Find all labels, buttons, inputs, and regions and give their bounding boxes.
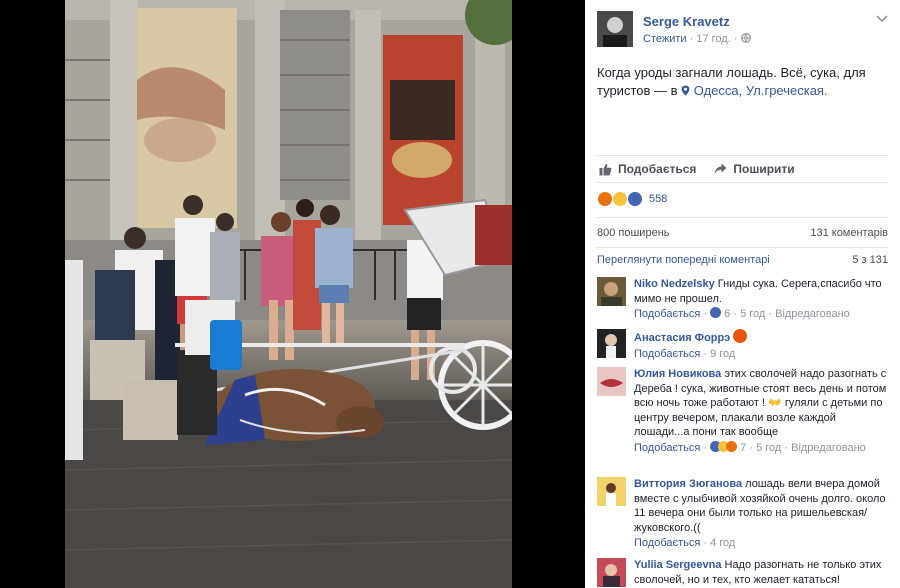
comment-footer: Подобається · 7 · 5 год · Відредаговано <box>634 440 866 454</box>
commenter-name[interactable]: Анастасия Форрэ <box>634 332 730 344</box>
comment-body: Niko Nedzelsky Гниды сука. Серега,спасиб… <box>634 277 888 322</box>
comment-edited[interactable]: Відредаговано <box>791 442 866 454</box>
comment-footer: Подобається · 4 год <box>634 537 736 549</box>
sad-reaction-icon <box>612 191 628 207</box>
comment-reaction-count: 7 <box>740 441 747 454</box>
place-link-city[interactable]: Одесса <box>694 83 739 98</box>
commenter-avatar[interactable] <box>597 277 626 306</box>
meta-separator: · <box>689 33 694 45</box>
commenter-name[interactable]: Niko Nedzelsky <box>634 278 715 290</box>
post-actions: Подобається Поширити <box>597 155 888 183</box>
reaction-count: 558 <box>649 193 668 205</box>
comment-footer: Подобається · 6 · 5 год · Відредаговано <box>634 307 850 320</box>
comment-body: Yuliia Sergeevna Надо разогнать не тольк… <box>634 558 888 587</box>
comment-like-link[interactable]: Подобається <box>634 537 700 549</box>
avatar-image <box>597 367 626 396</box>
shares-count[interactable]: 800 поширень <box>597 227 670 239</box>
commenter-avatar[interactable] <box>597 367 626 396</box>
commenter-avatar[interactable] <box>597 558 626 587</box>
reactions-summary[interactable]: 558 <box>597 191 667 207</box>
angry-reaction-icon <box>597 191 613 207</box>
avatar-image <box>597 477 626 506</box>
comment-time[interactable]: 4 год <box>710 537 735 549</box>
previous-comments-row: Переглянути попередні коментарі 5 з 131 <box>597 247 888 271</box>
photo-viewer <box>0 0 585 588</box>
share-label: Поширити <box>733 162 795 176</box>
post-text: Когда уроды загнали лошадь. Всё, сука, д… <box>597 64 887 100</box>
view-previous-comments-link[interactable]: Переглянути попередні коментарі <box>597 254 770 266</box>
comment-edited[interactable]: Відредаговано <box>775 308 850 320</box>
comment-like-link[interactable]: Подобається <box>634 348 700 360</box>
author-avatar[interactable] <box>597 11 633 47</box>
like-reaction-icon <box>710 307 722 318</box>
like-reaction-icon <box>627 191 643 207</box>
comment-time[interactable]: 5 год <box>756 442 781 454</box>
comments-range: 5 з 131 <box>852 253 888 266</box>
commenter-name[interactable]: Юлия Новикова <box>634 368 721 380</box>
comment-body: Юлия Новикова этих сволочей надо разогна… <box>634 367 888 455</box>
post-photo[interactable] <box>65 0 512 588</box>
comment-time[interactable]: 5 год <box>740 308 765 320</box>
comment-reaction-count: 6 <box>724 308 731 320</box>
commenter-name[interactable]: Виттория Зюганова <box>634 478 742 490</box>
avatar-image <box>597 277 626 306</box>
place-link-street[interactable]: Ул.греческая. <box>746 83 828 98</box>
like-button[interactable]: Подобається <box>599 162 696 176</box>
post-meta: Стежити · 17 год. · <box>643 33 751 45</box>
like-label: Подобається <box>618 162 697 176</box>
chevron-down-icon[interactable] <box>876 14 888 24</box>
post-stats: 800 поширень 131 коментарів <box>597 217 888 247</box>
post-timestamp[interactable]: 17 год. <box>696 33 730 45</box>
share-arrow-icon <box>714 163 727 174</box>
comment-time[interactable]: 9 год <box>710 348 735 360</box>
comment-body: Виттория Зюганова лошадь вели вчера домо… <box>634 477 888 551</box>
commenter-avatar[interactable] <box>597 329 626 358</box>
comments-count[interactable]: 131 коментарів <box>810 227 888 239</box>
meta-separator-2: · <box>733 33 738 45</box>
globe-icon[interactable] <box>740 33 751 43</box>
post-header: Serge Kravetz Стежити · 17 год. · <box>585 0 900 56</box>
comment-footer: Подобається · 9 год <box>634 347 736 360</box>
author-name[interactable]: Serge Kravetz <box>643 14 730 29</box>
comment-body: Анастасия Форрэ Подобається · 9 год <box>634 329 888 361</box>
place-comma: , <box>738 83 746 98</box>
photo-scene <box>65 0 512 588</box>
comment-like-link[interactable]: Подобається <box>634 442 700 454</box>
avatar-image <box>597 558 626 587</box>
post-at: — в <box>650 83 682 98</box>
follow-link[interactable]: Стежити <box>643 33 687 45</box>
avatar-image <box>597 11 633 47</box>
avatar-image <box>597 329 626 358</box>
angry-emoji-icon <box>733 329 748 343</box>
angry-reaction-icon <box>726 440 738 452</box>
post-sidebar: Serge Kravetz Стежити · 17 год. · Когда … <box>585 0 900 588</box>
comment-like-link[interactable]: Подобається <box>634 308 700 320</box>
thumbs-up-icon <box>599 163 612 175</box>
location-pin-icon <box>681 85 690 96</box>
share-button[interactable]: Поширити <box>714 162 795 176</box>
commenter-name[interactable]: Yuliia Sergeevna <box>634 559 721 571</box>
commenter-avatar[interactable] <box>597 477 626 506</box>
